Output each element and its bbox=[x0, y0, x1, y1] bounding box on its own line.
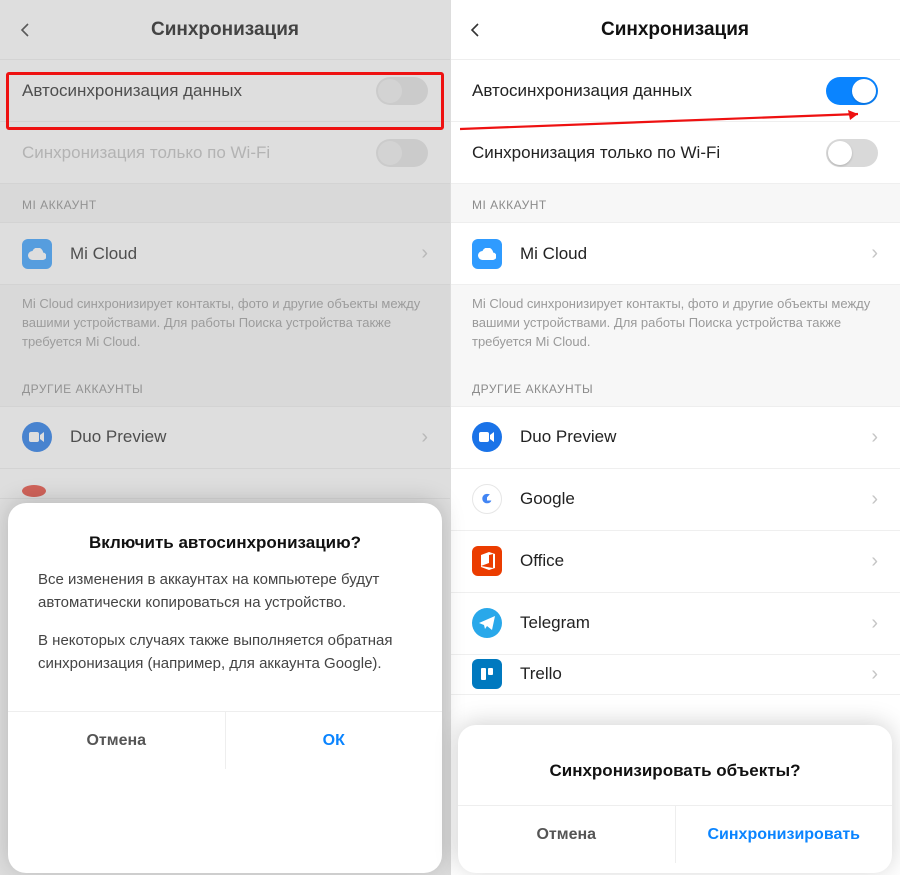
micloud-row[interactable]: Mi Cloud › bbox=[0, 223, 450, 285]
header: Синхронизация bbox=[0, 0, 450, 60]
micloud-description: Mi Cloud синхронизирует контакты, фото и… bbox=[450, 285, 900, 368]
google-icon bbox=[472, 484, 502, 514]
telegram-icon bbox=[472, 608, 502, 638]
chevron-right-icon: › bbox=[421, 242, 428, 265]
office-label: Office bbox=[520, 551, 871, 571]
office-row[interactable]: Office › bbox=[450, 531, 900, 593]
office-icon bbox=[472, 546, 502, 576]
micloud-icon bbox=[472, 239, 502, 269]
wifi-sync-row[interactable]: Синхронизация только по Wi-Fi bbox=[450, 122, 900, 184]
partial-row[interactable] bbox=[0, 469, 450, 499]
page-title: Синхронизация bbox=[0, 19, 450, 41]
chevron-right-icon: › bbox=[421, 426, 428, 449]
autosync-label: Автосинхронизация данных bbox=[472, 81, 826, 101]
micloud-label: Mi Cloud bbox=[70, 244, 421, 264]
autosync-dialog: Включить автосинхронизацию? Все изменени… bbox=[8, 503, 442, 873]
section-other-accounts: ДРУГИЕ АККАУНТЫ bbox=[0, 368, 450, 407]
trello-icon bbox=[472, 659, 502, 689]
trello-label: Trello bbox=[520, 664, 871, 684]
telegram-row[interactable]: Telegram › bbox=[450, 593, 900, 655]
sync-button[interactable]: Синхронизировать bbox=[676, 806, 893, 863]
chevron-right-icon: › bbox=[871, 612, 878, 635]
duo-row[interactable]: Duo Preview › bbox=[0, 407, 450, 469]
telegram-label: Telegram bbox=[520, 613, 871, 633]
dialog-buttons: Отмена Синхронизировать bbox=[458, 805, 892, 863]
right-screen: Синхронизация Автосинхронизация данных С… bbox=[450, 0, 900, 875]
autosync-row[interactable]: Автосинхронизация данных bbox=[0, 60, 450, 122]
duo-label: Duo Preview bbox=[520, 427, 871, 447]
chevron-right-icon: › bbox=[871, 550, 878, 573]
micloud-label: Mi Cloud bbox=[520, 244, 871, 264]
chevron-left-icon bbox=[467, 22, 483, 38]
autosync-toggle[interactable] bbox=[376, 77, 428, 105]
micloud-description: Mi Cloud синхронизирует контакты, фото и… bbox=[0, 285, 450, 368]
chevron-right-icon: › bbox=[871, 426, 878, 449]
autosync-toggle[interactable] bbox=[826, 77, 878, 105]
wifi-sync-toggle bbox=[376, 139, 428, 167]
micloud-icon bbox=[22, 239, 52, 269]
dialog-title: Синхронизировать объекты? bbox=[458, 749, 892, 805]
chevron-right-icon: › bbox=[871, 242, 878, 265]
dialog-body: Все изменения в аккаунтах на компьютере … bbox=[8, 569, 442, 711]
cancel-button[interactable]: Отмена bbox=[458, 806, 676, 863]
ok-button[interactable]: ОК bbox=[226, 712, 443, 769]
google-row[interactable]: Google › bbox=[450, 469, 900, 531]
duo-icon bbox=[472, 422, 502, 452]
duo-label: Duo Preview bbox=[70, 427, 421, 447]
duo-row[interactable]: Duo Preview › bbox=[450, 407, 900, 469]
dialog-paragraph-1: Все изменения в аккаунтах на компьютере … bbox=[38, 569, 412, 614]
wifi-sync-label: Синхронизация только по Wi-Fi bbox=[22, 143, 376, 163]
chevron-right-icon: › bbox=[871, 663, 878, 686]
page-title: Синхронизация bbox=[450, 19, 900, 41]
google-label: Google bbox=[520, 489, 871, 509]
chevron-right-icon: › bbox=[871, 488, 878, 511]
wifi-sync-toggle[interactable] bbox=[826, 139, 878, 167]
dialog-buttons: Отмена ОК bbox=[8, 711, 442, 769]
back-button[interactable] bbox=[450, 0, 500, 60]
back-button[interactable] bbox=[0, 0, 50, 60]
dialog-paragraph-2: В некоторых случаях также выполняется об… bbox=[38, 630, 412, 675]
autosync-row[interactable]: Автосинхронизация данных bbox=[450, 60, 900, 122]
screen-divider bbox=[450, 0, 451, 875]
micloud-row[interactable]: Mi Cloud › bbox=[450, 223, 900, 285]
header: Синхронизация bbox=[450, 0, 900, 60]
left-screen: Синхронизация Автосинхронизация данных С… bbox=[0, 0, 450, 875]
sync-objects-dialog: Синхронизировать объекты? Отмена Синхрон… bbox=[458, 725, 892, 873]
section-other-accounts: ДРУГИЕ АККАУНТЫ bbox=[450, 368, 900, 407]
wifi-sync-row: Синхронизация только по Wi-Fi bbox=[0, 122, 450, 184]
cancel-button[interactable]: Отмена bbox=[8, 712, 226, 769]
chevron-left-icon bbox=[17, 22, 33, 38]
dialog-title: Включить автосинхронизацию? bbox=[8, 527, 442, 569]
trello-row[interactable]: Trello › bbox=[450, 655, 900, 695]
duo-icon bbox=[22, 422, 52, 452]
autosync-label: Автосинхронизация данных bbox=[22, 81, 376, 101]
section-mi-account: MI АККАУНТ bbox=[0, 184, 450, 223]
wifi-sync-label: Синхронизация только по Wi-Fi bbox=[472, 143, 826, 163]
section-mi-account: MI АККАУНТ bbox=[450, 184, 900, 223]
partial-icon bbox=[22, 485, 46, 497]
